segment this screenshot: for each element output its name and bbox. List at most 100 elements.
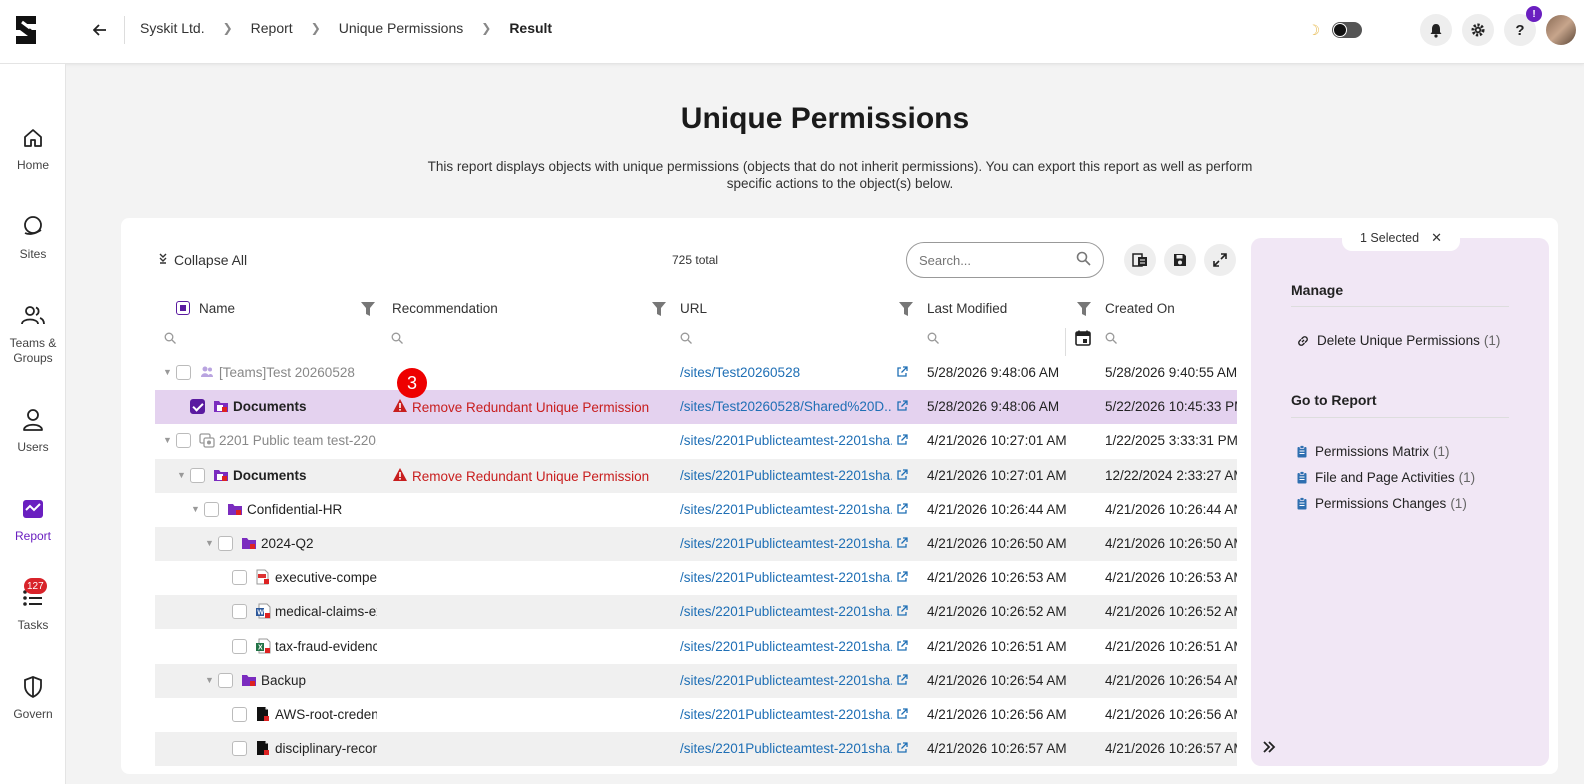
url-link[interactable]: /sites/2201Publicteamtest-2201sha...	[680, 604, 892, 619]
table-row[interactable]: disciplinary-recor/sites/2201Publicteamt…	[155, 732, 1237, 766]
external-link-icon[interactable]	[896, 469, 908, 481]
row-name[interactable]: Documents	[233, 399, 377, 414]
table-row[interactable]: Wmedical-claims-ex/sites/2201Publicteamt…	[155, 595, 1237, 629]
search-icon[interactable]	[1076, 251, 1091, 269]
row-name[interactable]: AWS-root-creden	[275, 707, 377, 722]
back-arrow-icon[interactable]	[88, 18, 112, 42]
expand-panel-chevrons-icon[interactable]	[1262, 740, 1276, 758]
column-search-icon[interactable]	[164, 332, 176, 344]
row-name[interactable]: 2024-Q2	[261, 536, 377, 551]
row-name[interactable]: tax-fraud-evidenc	[275, 639, 377, 654]
sidebar-item-users[interactable]: Users	[0, 406, 66, 455]
filter-icon[interactable]	[361, 302, 375, 316]
external-link-icon[interactable]	[896, 708, 908, 720]
url-link[interactable]: /sites/2201Publicteamtest-2201sha...	[680, 741, 892, 756]
expand-caret-icon[interactable]: ▼	[163, 435, 173, 445]
external-link-icon[interactable]	[896, 640, 908, 652]
expand-caret-icon[interactable]: ▼	[191, 504, 201, 514]
filter-icon[interactable]	[1077, 302, 1091, 316]
table-row[interactable]: ▼ Backup/sites/2201Publicteamtest-2201sha…	[155, 664, 1237, 698]
column-header-last-modified[interactable]: Last Modified	[927, 301, 1007, 316]
url-link[interactable]: /sites/2201Publicteamtest-2201sha...	[680, 468, 892, 483]
column-header-url[interactable]: URL	[680, 301, 707, 316]
report-link[interactable]: File and Page Activities (1)	[1297, 470, 1475, 485]
row-name[interactable]: Documents	[233, 468, 377, 483]
row-name[interactable]: medical-claims-ex	[275, 604, 377, 619]
column-search-icon[interactable]	[1105, 332, 1117, 344]
clear-selection-close-icon[interactable]: ✕	[1431, 230, 1442, 246]
external-link-icon[interactable]	[896, 571, 908, 583]
row-name[interactable]: executive-compen	[275, 570, 377, 585]
url-link[interactable]: /sites/2201Publicteamtest-2201sha...	[680, 502, 892, 517]
external-link-icon[interactable]	[896, 742, 908, 754]
external-link-icon[interactable]	[896, 434, 908, 446]
settings-gear-icon[interactable]	[1462, 14, 1494, 46]
row-name[interactable]: [Teams]Test 20260528	[219, 365, 377, 380]
help-icon[interactable]: ? !	[1504, 6, 1542, 46]
external-link-icon[interactable]	[896, 503, 908, 515]
table-row[interactable]: Documents Remove Redundant Unique Permiss…	[155, 390, 1237, 424]
breadcrumb-item-organization[interactable]: Syskit Ltd.	[140, 20, 205, 36]
row-checkbox[interactable]	[218, 673, 233, 688]
avatar[interactable]	[1546, 15, 1576, 45]
select-all-checkbox[interactable]	[176, 301, 190, 315]
row-checkbox[interactable]	[218, 536, 233, 551]
row-checkbox[interactable]	[232, 639, 247, 654]
report-link[interactable]: Permissions Matrix (1)	[1297, 444, 1450, 459]
expand-caret-icon[interactable]: ▼	[205, 675, 215, 685]
row-name[interactable]: Confidential-HR	[247, 502, 377, 517]
filter-icon[interactable]	[652, 302, 666, 316]
table-row[interactable]: AWS-root-creden/sites/2201Publicteamtest…	[155, 698, 1237, 732]
expand-caret-icon[interactable]: ▼	[177, 470, 187, 480]
row-checkbox[interactable]	[190, 468, 205, 483]
url-link[interactable]: /sites/2201Publicteamtest-2201sha...	[680, 639, 892, 654]
sidebar-item-teams-groups[interactable]: Teams & Groups	[0, 302, 66, 366]
row-checkbox[interactable]	[190, 399, 205, 414]
column-header-name[interactable]: Name	[199, 301, 235, 316]
expand-fullscreen-button[interactable]	[1204, 244, 1236, 276]
expand-caret-icon[interactable]: ▼	[163, 367, 173, 377]
row-checkbox[interactable]	[232, 707, 247, 722]
row-name[interactable]: disciplinary-recor	[275, 741, 377, 756]
collapse-all-button[interactable]: Collapse All	[158, 252, 247, 268]
external-link-icon[interactable]	[896, 366, 908, 378]
expand-caret-icon[interactable]: ▼	[205, 538, 215, 548]
row-checkbox[interactable]	[232, 570, 247, 585]
export-button[interactable]	[1124, 244, 1156, 276]
table-row[interactable]: executive-compen/sites/2201Publicteamtes…	[155, 561, 1237, 595]
delete-unique-permissions-action[interactable]: Delete Unique Permissions (1)	[1297, 333, 1500, 348]
breadcrumb-item-report[interactable]: Report	[251, 20, 293, 36]
row-checkbox[interactable]	[204, 502, 219, 517]
column-search-icon[interactable]	[391, 332, 403, 344]
sidebar-item-home[interactable]: Home	[0, 124, 66, 173]
table-row[interactable]: Xtax-fraud-evidenc/sites/2201Publicteamt…	[155, 630, 1237, 664]
url-link[interactable]: /sites/2201Publicteamtest-2201sha...	[680, 570, 892, 585]
external-link-icon[interactable]	[896, 400, 908, 412]
sidebar-item-sites[interactable]: Sites	[0, 213, 66, 262]
column-search-icon[interactable]	[927, 332, 939, 344]
sidebar-item-tasks[interactable]: 127 Tasks	[0, 578, 66, 633]
breadcrumb-item-unique-permissions[interactable]: Unique Permissions	[339, 20, 464, 36]
filter-icon[interactable]	[899, 302, 913, 316]
external-link-icon[interactable]	[896, 605, 908, 617]
table-row[interactable]: ▼ Confidential-HR/sites/2201Publicteamtes…	[155, 493, 1237, 527]
dark-mode-toggle[interactable]	[1332, 22, 1362, 38]
row-checkbox[interactable]	[232, 604, 247, 619]
search-box[interactable]	[906, 242, 1104, 278]
column-header-recommendation[interactable]: Recommendation	[392, 301, 498, 316]
column-header-created-on[interactable]: Created On	[1105, 301, 1175, 316]
row-checkbox[interactable]	[176, 433, 191, 448]
row-name[interactable]: Backup	[261, 673, 377, 688]
column-search-icon[interactable]	[680, 332, 692, 344]
row-checkbox[interactable]	[232, 741, 247, 756]
url-link[interactable]: /sites/Test20260528	[680, 365, 892, 380]
table-row[interactable]: ▼ 2201 Public team test-2201/sites/2201Pu…	[155, 424, 1237, 458]
report-link[interactable]: Permissions Changes (1)	[1297, 496, 1467, 511]
search-input[interactable]	[919, 252, 1069, 268]
url-link[interactable]: /sites/2201Publicteamtest-2201sha...	[680, 673, 892, 688]
url-link[interactable]: /sites/2201Publicteamtest-2201sha...	[680, 707, 892, 722]
sidebar-item-report[interactable]: Report	[0, 495, 66, 544]
url-link[interactable]: /sites/2201Publicteamtest-2201sha...	[680, 536, 892, 551]
table-row[interactable]: ▼ 2024-Q2/sites/2201Publicteamtest-2201sh…	[155, 527, 1237, 561]
table-row[interactable]: ▼ [Teams]Test 20260528/sites/Test20260528…	[155, 356, 1237, 390]
